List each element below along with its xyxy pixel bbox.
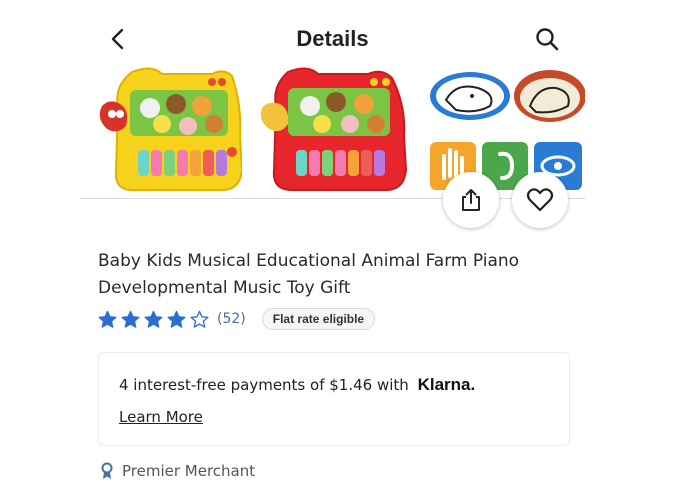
merchant-label: Premier Merchant bbox=[122, 462, 256, 480]
klarna-logo: Klarna. bbox=[417, 375, 476, 394]
premier-merchant[interactable]: Premier Merchant bbox=[100, 462, 255, 480]
flat-rate-badge: Flat rate eligible bbox=[261, 308, 376, 330]
share-button[interactable] bbox=[443, 172, 499, 228]
star-empty-icon bbox=[190, 310, 209, 328]
learn-more-link[interactable]: Learn More bbox=[119, 408, 203, 426]
gallery-divider bbox=[80, 198, 585, 199]
search-icon[interactable] bbox=[534, 26, 560, 52]
top-bar: Details bbox=[80, 14, 585, 64]
favorite-button[interactable] bbox=[512, 172, 568, 228]
image-gallery[interactable] bbox=[80, 64, 585, 198]
product-title: Baby Kids Musical Educational Animal Far… bbox=[98, 248, 578, 302]
ribbon-icon bbox=[101, 462, 113, 479]
product-image-yellow-piano[interactable] bbox=[92, 66, 244, 198]
klarna-payment-text: 4 interest-free payments of $1.46 with K… bbox=[119, 375, 475, 395]
klarna-installments: 4 interest-free payments of $1.46 with bbox=[119, 376, 409, 394]
product-image-developmental-illustrations[interactable] bbox=[426, 66, 585, 198]
klarna-card: 4 interest-free payments of $1.46 with K… bbox=[98, 352, 570, 446]
share-icon bbox=[462, 189, 480, 211]
star-filled-icon bbox=[121, 310, 140, 328]
page-title: Details bbox=[296, 26, 369, 51]
heart-icon bbox=[526, 188, 554, 212]
product-title-line-1: Baby Kids Musical Educational Animal Far… bbox=[98, 251, 520, 271]
review-count[interactable]: (52) bbox=[217, 311, 246, 327]
star-rating[interactable] bbox=[98, 310, 209, 329]
rating-row: (52) Flat rate eligible bbox=[98, 306, 376, 332]
product-details-page: Details Baby Kids Musical Educational An… bbox=[0, 0, 678, 492]
star-filled-icon bbox=[167, 310, 186, 328]
product-title-line-2: Developmental Music Toy Gift bbox=[98, 278, 351, 298]
star-filled-icon bbox=[144, 310, 163, 328]
star-filled-icon bbox=[98, 310, 117, 328]
product-image-red-piano[interactable] bbox=[258, 66, 408, 198]
